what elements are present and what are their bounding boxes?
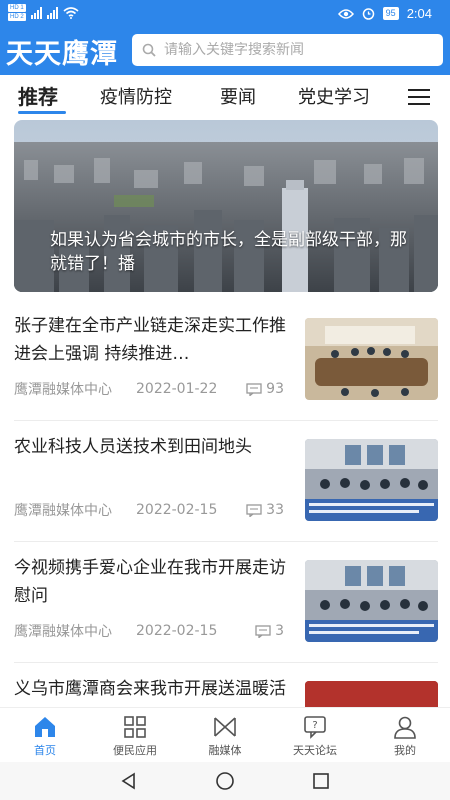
news-thumbnail: [305, 318, 438, 400]
news-source: 鹰潭融媒体中心: [14, 624, 112, 640]
home-circle-icon[interactable]: [215, 771, 235, 791]
search-input[interactable]: [164, 42, 424, 58]
wifi-icon: [63, 6, 79, 19]
profile-icon: [394, 716, 416, 739]
news-meta: 鹰潭融媒体中心 2022-02-15 33: [14, 500, 284, 520]
battery-icon: 95: [382, 7, 399, 20]
news-item[interactable]: 张子建在全市产业链走深走实工作推进会上强调 持续推进… 鹰潭融媒体中心 2022…: [0, 300, 450, 421]
news-source: 鹰潭融媒体中心: [14, 503, 112, 519]
alarm-icon: [362, 8, 374, 20]
news-item[interactable]: 今视频携手爱心企业在我市开展走访慰问 鹰潭融媒体中心 2022-02-15 3: [0, 542, 450, 663]
news-thumbnail: [305, 439, 438, 521]
news-thumbnail: [305, 681, 438, 707]
comment-count: 33: [246, 502, 284, 518]
app-title: 天天鹰潭: [6, 39, 118, 70]
news-item[interactable]: 农业科技人员送技术到田间地头 鹰潭融媒体中心 2022-02-15 33: [0, 421, 450, 542]
news-title: 农业科技人员送技术到田间地头: [14, 437, 252, 457]
nav-profile[interactable]: 我的: [360, 714, 450, 758]
news-item[interactable]: 义乌市鹰潭商会来我市开展送温暖活动: [0, 663, 450, 707]
news-date: 2022-02-15: [136, 623, 218, 639]
news-feed[interactable]: 如果认为省会城市的市长，全是副部级干部，那就错了！播 张子建在全市产业链走深走实…: [0, 117, 450, 707]
eye-icon: [337, 8, 354, 19]
signal-icon-2: [46, 6, 58, 19]
news-date: 2022-02-15: [136, 502, 218, 518]
apps-icon: [124, 716, 146, 738]
category-tabs: 推荐 疫情防控 要闻 党史学习: [0, 75, 450, 117]
network-indicators: HD 1 HD 2: [8, 4, 79, 21]
home-icon: [35, 717, 55, 737]
nav-home[interactable]: 首页: [0, 714, 90, 758]
media-icon: [214, 717, 236, 737]
search-bar[interactable]: [132, 34, 443, 66]
nav-services[interactable]: 便民应用: [90, 714, 180, 758]
system-nav-bar: [0, 762, 450, 800]
tab-recommend[interactable]: 推荐: [18, 81, 58, 110]
news-title: 义乌市鹰潭商会来我市开展送温暖活动: [14, 679, 286, 699]
comment-icon: [246, 382, 262, 396]
comment-count: 93: [246, 381, 284, 397]
back-icon[interactable]: [119, 771, 139, 791]
forum-icon: ?: [304, 716, 326, 739]
clock: 2:04: [406, 6, 432, 21]
nav-media[interactable]: 融媒体: [180, 714, 270, 758]
news-title: 张子建在全市产业链走深走实工作推进会上强调 持续推进…: [14, 316, 286, 364]
menu-icon[interactable]: [408, 89, 430, 105]
news-thumbnail: [305, 560, 438, 642]
bottom-nav: 首页 便民应用 融媒体 ? 天天论坛 我的: [0, 707, 450, 762]
nav-forum[interactable]: ? 天天论坛: [270, 714, 360, 758]
svg-text:?: ?: [312, 720, 317, 731]
news-title: 今视频携手爱心企业在我市开展走访慰问: [14, 558, 286, 606]
comment-count: 3: [255, 623, 284, 639]
hd-icon: HD 1 HD 2: [8, 4, 26, 21]
status-bar: HD 1 HD 2 95 2:04: [0, 0, 450, 30]
news-meta: 鹰潭融媒体中心 2022-02-15 3: [14, 621, 284, 641]
banner-card[interactable]: 如果认为省会城市的市长，全是副部级干部，那就错了！播: [14, 120, 438, 292]
recents-icon[interactable]: [311, 771, 331, 791]
search-icon: [142, 43, 156, 57]
news-source: 鹰潭融媒体中心: [14, 382, 112, 398]
news-date: 2022-01-22: [136, 381, 218, 397]
top-bar: HD 1 HD 2 95 2:04 天天鹰潭: [0, 0, 450, 75]
comment-icon: [255, 624, 271, 638]
tab-party-history[interactable]: 党史学习: [298, 83, 370, 109]
tab-headlines[interactable]: 要闻: [220, 83, 256, 109]
banner-caption: 如果认为省会城市的市长，全是副部级干部，那就错了！播: [50, 230, 407, 274]
tab-epidemic[interactable]: 疫情防控: [100, 83, 172, 109]
news-meta: 鹰潭融媒体中心 2022-01-22 93: [14, 379, 284, 399]
status-right: 95 2:04: [337, 6, 432, 21]
active-tab-indicator: [18, 111, 66, 114]
comment-icon: [246, 503, 262, 517]
signal-icon: [30, 6, 42, 19]
